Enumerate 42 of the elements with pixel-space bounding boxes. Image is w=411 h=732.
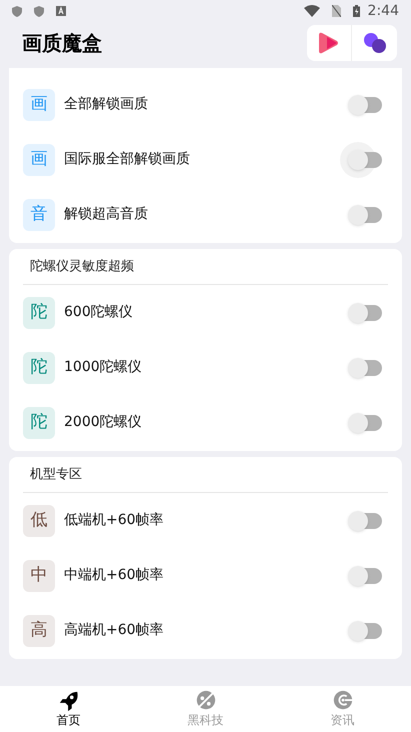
letter-icon: 高 (23, 614, 55, 646)
section-title: 机型专区 (30, 466, 82, 484)
battery-icon (352, 5, 360, 17)
toggle-switch[interactable] (348, 566, 382, 586)
toggle-switch[interactable] (348, 94, 382, 114)
letter-icon: 画 (23, 144, 55, 176)
shield-icon (12, 6, 22, 16)
letter-icon: 陀 (23, 296, 55, 328)
setting-label: 2000陀螺仪 (64, 413, 143, 432)
app-title: 画质魔盒 (22, 30, 103, 57)
setting-label: 600陀螺仪 (64, 303, 134, 322)
toggle-switch[interactable] (348, 358, 382, 378)
setting-label: 中端机+60帧率 (64, 566, 165, 585)
toggle-switch[interactable] (348, 412, 382, 432)
setting-label: 全部解锁画质 (64, 95, 149, 114)
wifi-icon (304, 5, 320, 17)
toggle-switch[interactable] (348, 302, 382, 322)
no-sim-icon (332, 5, 341, 17)
letter-icon: 低 (23, 504, 55, 536)
toggle-switch[interactable] (348, 510, 382, 530)
shield-icon (34, 6, 44, 16)
setting-label: 解锁超高音质 (64, 205, 149, 224)
letter-icon: 音 (23, 198, 55, 230)
rocket-icon (58, 690, 80, 712)
nav-tab[interactable]: 资讯 (274, 686, 411, 732)
nav-tab[interactable]: 黑科技 (137, 686, 274, 732)
letter-icon: 画 (23, 88, 55, 120)
setting-label: 高端机+60帧率 (64, 621, 165, 640)
setting-label: 1000陀螺仪 (64, 358, 143, 377)
news-icon (332, 690, 354, 712)
nav-tab[interactable]: 首页 (0, 686, 137, 732)
toggle-switch[interactable] (348, 150, 382, 170)
letter-icon: 陀 (23, 352, 55, 384)
toggle-switch[interactable] (348, 620, 382, 640)
section-title: 陀螺仪灵敏度超频 (30, 258, 134, 276)
setting-label: 国际服全部解锁画质 (64, 150, 191, 169)
setting-label: 低端机+60帧率 (64, 511, 165, 530)
toggle-switch[interactable] (348, 204, 382, 224)
letter-icon: 陀 (23, 406, 55, 438)
status-time: 2:44 (368, 2, 399, 20)
letter-icon: 中 (23, 560, 55, 592)
font-icon (56, 6, 66, 16)
